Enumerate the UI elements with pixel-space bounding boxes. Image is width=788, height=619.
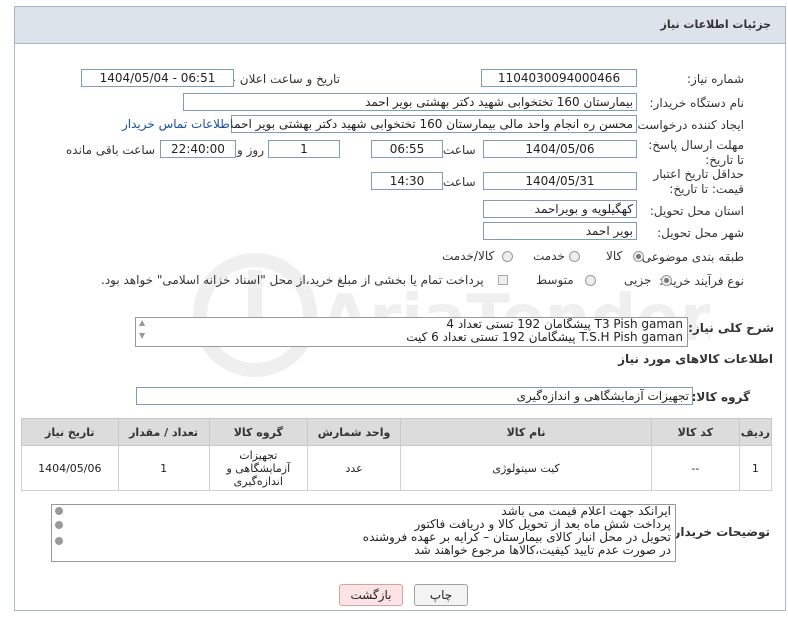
- cell-unit: عدد: [306, 445, 402, 491]
- remaining-field: 22:40:00: [160, 140, 236, 158]
- validity-label: حداقل تاریخ اعتبار قیمت: تا تاریخ:: [653, 167, 744, 196]
- category-label: طبقه بندی موضوعی:: [637, 250, 744, 264]
- scroll-down-icon[interactable]: ▼: [139, 331, 145, 340]
- goods-table-header: ردیف کد کالا نام کالا واحد شمارش گروه کا…: [21, 418, 773, 446]
- category-radio-service[interactable]: [569, 251, 580, 262]
- days-label: روز و: [237, 143, 264, 157]
- creator-field: محسن ره انجام واحد مالی بیمارستان 160 تخ…: [231, 115, 637, 133]
- scroll-up-icon[interactable]: ▲: [139, 318, 145, 327]
- summary-label: شرح کلی نیاز:: [688, 321, 774, 335]
- process-radio-minor[interactable]: [661, 275, 672, 286]
- category-radio-both[interactable]: [502, 251, 513, 262]
- province-label: استان محل تحویل:: [649, 204, 744, 218]
- panel-header: جزئیات اطلاعات نیاز: [15, 7, 785, 44]
- goods-group-field: تجهیزات آزمایشگاهی و اندازه‌گیری: [136, 387, 693, 405]
- need-number-field: 1104030094000466: [481, 69, 637, 87]
- col-qty: تعداد / مقدار: [117, 418, 210, 446]
- page-title: جزئیات اطلاعات نیاز: [660, 18, 772, 31]
- deadline-date-field: 1404/05/06: [483, 140, 637, 158]
- process-option-minor: جزیی: [624, 273, 652, 287]
- cell-row: 1: [738, 445, 773, 491]
- deadline-time-field: 06:55: [371, 140, 443, 158]
- cell-name: کیت سیتولوژی: [400, 445, 652, 491]
- summary-scrollbar[interactable]: ▲ ▼: [136, 318, 150, 346]
- scroll-down-icon[interactable]: [55, 537, 63, 545]
- print-button[interactable]: چاپ: [414, 584, 468, 606]
- need-number-label: شماره نیاز:: [687, 72, 744, 86]
- process-option-medium: متوسط: [536, 273, 574, 287]
- announce-field: 1404/05/04 - 06:51: [81, 69, 234, 87]
- treasury-note: پرداخت تمام یا بخشی از مبلغ خرید،از محل …: [101, 273, 484, 287]
- scroll-up-icon[interactable]: [55, 507, 63, 515]
- city-label: شهر محل تحویل:: [657, 226, 744, 240]
- cell-code: --: [650, 445, 740, 491]
- scroll-handle-icon[interactable]: [55, 521, 63, 529]
- buyer-contact-link[interactable]: اطلاعات تماس خریدار: [122, 117, 233, 131]
- notes-scrollbar[interactable]: [52, 505, 66, 561]
- goods-group-label: گروه کالا:: [691, 390, 750, 404]
- goods-section-title: اطلاعات کالاهای مورد نیاز: [618, 352, 773, 366]
- col-unit: واحد شمارش: [306, 418, 402, 446]
- cell-qty: 1: [117, 445, 210, 491]
- days-field: 1: [268, 140, 340, 158]
- validity-date-field: 1404/05/31: [483, 172, 637, 190]
- deadline-hour-label: ساعت: [443, 143, 476, 157]
- notes-textarea[interactable]: ایرانکد جهت اعلام قیمت می باشد پرداخت شش…: [51, 504, 676, 562]
- col-name: نام کالا: [400, 418, 652, 446]
- cell-group: تجهیزات آزمایشگاهی و اندازه‌گیری: [208, 445, 308, 491]
- process-radio-medium[interactable]: [585, 275, 596, 286]
- category-option-both: کالا/خدمت: [442, 249, 495, 263]
- category-option-service: خدمت: [533, 249, 565, 263]
- notes-line: در صورت عدم تایید کیفیت،کالاها مرجوع خوا…: [414, 543, 671, 557]
- city-field: بویر احمد: [483, 222, 637, 240]
- buyer-label: نام دستگاه خریدار:: [649, 96, 745, 110]
- goods-table: ردیف کد کالا نام کالا واحد شمارش گروه کا…: [21, 418, 773, 491]
- province-field: کهگیلویه و بویراحمد: [483, 200, 637, 218]
- back-button[interactable]: بازگشت: [339, 584, 403, 606]
- category-radio-goods[interactable]: [633, 251, 644, 262]
- validity-hour-label: ساعت: [443, 175, 476, 189]
- buyer-field: بیمارستان 160 تختخوابی شهید دکتر بهشتی ب…: [183, 93, 637, 111]
- summary-textarea[interactable]: T3 Pish gaman پیشگامان 192 تستی تعداد 4 …: [135, 317, 688, 347]
- summary-line: T.S.H Pish gaman پیشگامان 192 تستی تعداد…: [406, 330, 683, 344]
- col-row: ردیف: [738, 418, 773, 446]
- notes-label: توضیحات خریدار:: [668, 525, 770, 539]
- deadline-label: مهلت ارسال پاسخ: تا تاریخ:: [648, 138, 744, 167]
- category-option-goods: کالا: [606, 249, 623, 263]
- table-row: 1 -- کیت سیتولوژی عدد تجهیزات آزمایشگاهی…: [21, 445, 773, 491]
- col-group: گروه کالا: [208, 418, 308, 446]
- treasury-checkbox[interactable]: [498, 275, 508, 285]
- remaining-label: ساعت باقی مانده: [66, 143, 156, 157]
- validity-time-field: 14:30: [371, 172, 443, 190]
- creator-label: ایجاد کننده درخواست:: [633, 118, 744, 132]
- cell-date: 1404/05/06: [21, 445, 119, 491]
- col-code: کد کالا: [650, 418, 740, 446]
- col-date: تاریخ نیاز: [21, 418, 119, 446]
